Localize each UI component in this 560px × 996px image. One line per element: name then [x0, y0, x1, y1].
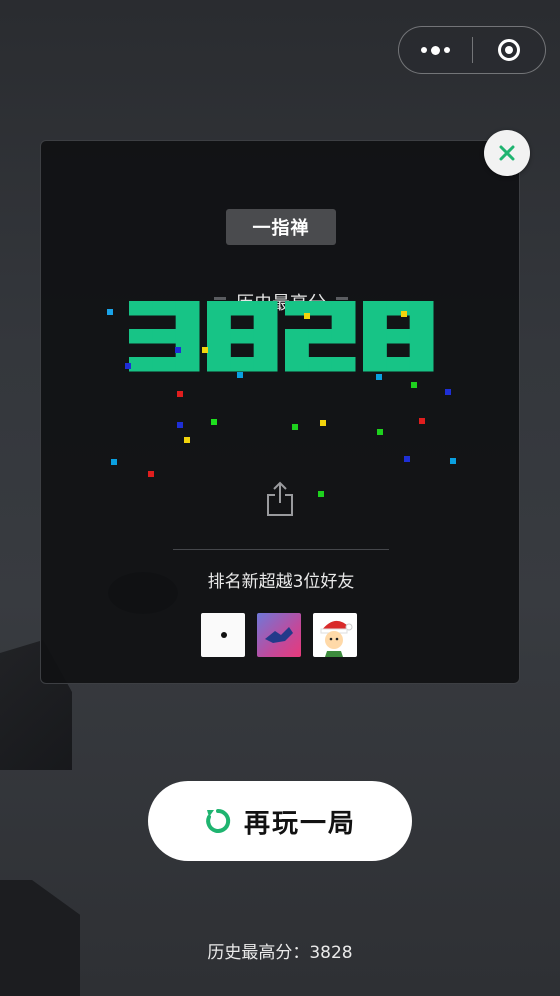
game-title: 一指禅 [226, 209, 336, 245]
confetti-piece [111, 459, 117, 465]
replay-button[interactable]: 再玩一局 [148, 781, 412, 861]
more-dots-icon [420, 45, 450, 55]
confetti-piece [320, 420, 326, 426]
result-card: 一指禅 历史最高分 排名新超越3位好友 [40, 140, 520, 684]
score-digit-8 [207, 301, 278, 372]
score-digit-8 [363, 301, 434, 372]
confetti-piece [401, 311, 407, 317]
close-button[interactable] [484, 130, 530, 176]
confetti-piece [175, 347, 181, 353]
confetti-piece [211, 419, 217, 425]
friend-avatars [201, 613, 357, 657]
more-button[interactable] [399, 27, 472, 73]
confetti-piece [202, 347, 208, 353]
cartoon-santa-avatar[interactable] [313, 613, 357, 657]
confetti-piece [107, 309, 113, 315]
exit-button[interactable] [473, 27, 546, 73]
rank-text: 排名新超越3位好友 [207, 572, 355, 592]
score-digit-2 [285, 301, 356, 372]
score-digit-3 [129, 301, 200, 372]
confetti-piece [148, 471, 154, 477]
target-ring-icon [497, 39, 520, 61]
white-dot-avatar[interactable] [201, 613, 245, 657]
close-x-icon [499, 145, 515, 161]
confetti-piece [419, 418, 425, 424]
footer-best-score: 历史最高分：3828 [207, 943, 353, 963]
confetti-piece [125, 363, 131, 369]
blue-pink-avatar[interactable] [257, 613, 301, 657]
confetti-piece [376, 374, 382, 380]
confetti-piece [177, 422, 183, 428]
confetti-piece [184, 437, 190, 443]
confetti-piece [237, 372, 243, 378]
confetti-piece [411, 382, 417, 388]
share-icon[interactable] [265, 481, 295, 517]
score-display [107, 301, 456, 497]
confetti-piece [377, 429, 383, 435]
confetti-piece [318, 491, 324, 497]
replay-label: 再玩一局 [243, 808, 356, 839]
confetti-piece [450, 458, 456, 464]
confetti-piece [177, 391, 183, 397]
capsule-menu [398, 26, 546, 74]
separator-line [173, 549, 389, 550]
refresh-icon [206, 808, 231, 833]
confetti-piece [404, 456, 410, 462]
confetti-piece [292, 424, 298, 430]
confetti-piece [445, 389, 451, 395]
confetti-piece [304, 313, 310, 319]
